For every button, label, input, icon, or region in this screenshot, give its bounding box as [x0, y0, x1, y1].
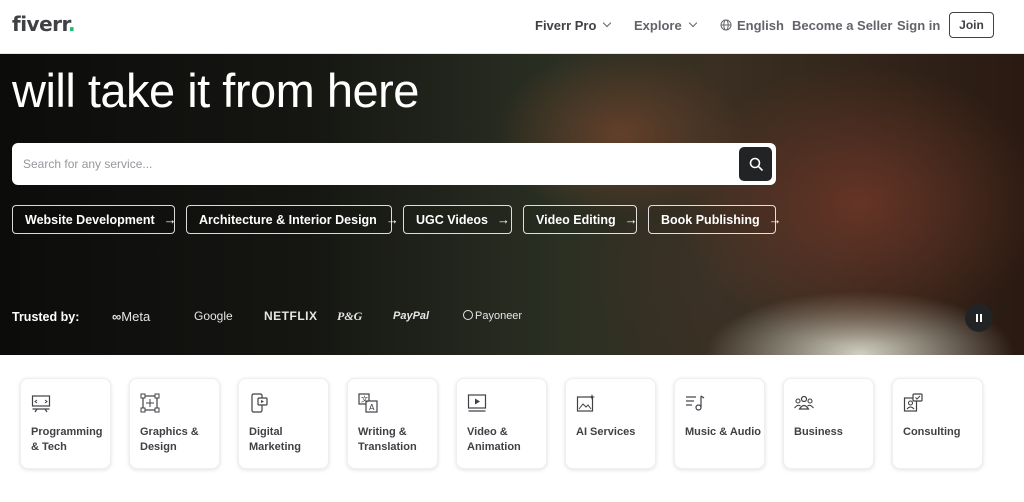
business-icon: [794, 395, 814, 410]
paypal-logo: PayPal: [393, 310, 430, 322]
category-card-writing-translation[interactable]: 文 A Writing & Translation: [347, 378, 438, 469]
category-card-graphics-design[interactable]: Graphics & Design: [129, 378, 220, 469]
search-icon: [749, 157, 763, 171]
category-label: Digital Marketing: [249, 426, 301, 453]
translation-icon: 文 A: [358, 393, 378, 413]
category-label: Graphics & Design: [140, 426, 199, 453]
chip-label: Website Development: [25, 212, 155, 227]
hero-banner: will take it from here Website Developme…: [0, 54, 1024, 355]
search-bar: [12, 143, 776, 185]
category-label: Writing & Translation: [358, 426, 417, 453]
chevron-down-icon: [603, 18, 612, 28]
chip-architecture-interior-design[interactable]: Architecture & Interior Design →: [186, 205, 399, 234]
category-label: Consulting: [903, 426, 961, 438]
top-navigation-bar: fiverr. Fiverr Pro Explore English Becom…: [0, 0, 1024, 54]
arrow-right-icon: →: [497, 212, 511, 227]
video-icon: [467, 394, 487, 412]
chip-label: Architecture & Interior Design: [199, 212, 377, 227]
payoneer-logo: Payoneer: [463, 310, 522, 322]
arrow-right-icon: →: [768, 212, 782, 227]
programming-icon: [31, 395, 51, 413]
consulting-icon: [903, 393, 923, 412]
join-button[interactable]: Join: [949, 12, 994, 38]
category-card-video-animation[interactable]: Video & Animation: [456, 378, 547, 469]
chip-label: UGC Videos: [416, 212, 489, 227]
chevron-down-icon: [688, 18, 697, 28]
category-card-music-audio[interactable]: Music & Audio: [674, 378, 765, 469]
search-button[interactable]: [739, 147, 772, 181]
svg-text:A: A: [369, 403, 375, 412]
arrow-right-icon: →: [624, 212, 638, 227]
search-input[interactable]: [23, 153, 723, 175]
globe-icon: [720, 19, 732, 31]
category-card-business[interactable]: Business: [783, 378, 874, 469]
graphics-icon: [140, 393, 160, 413]
sign-in-link[interactable]: Sign in: [897, 0, 940, 50]
explore-label: Explore: [634, 17, 682, 33]
svg-text:文: 文: [361, 395, 368, 404]
fiverr-logo[interactable]: fiverr.: [12, 12, 76, 36]
language-selector[interactable]: English: [720, 0, 784, 50]
category-card-digital-marketing[interactable]: Digital Marketing: [238, 378, 329, 469]
language-label: English: [737, 17, 784, 33]
chip-website-development[interactable]: Website Development →: [12, 205, 177, 234]
pause-icon: [976, 314, 978, 322]
pause-video-button[interactable]: [965, 304, 993, 332]
music-icon: [686, 395, 705, 411]
category-label: Video & Animation: [467, 426, 521, 453]
category-card-programming-tech[interactable]: Programming & Tech: [20, 378, 111, 469]
become-seller-link[interactable]: Become a Seller: [792, 0, 892, 50]
meta-infinity-icon: ∞: [112, 309, 122, 324]
category-label: Programming & Tech: [31, 426, 103, 453]
netflix-logo: NETFLIX: [264, 309, 318, 323]
payoneer-circle-icon: [463, 310, 473, 320]
chip-ugc-videos[interactable]: UGC Videos →: [403, 205, 512, 234]
meta-logo: ∞Meta: [112, 309, 151, 324]
pg-logo: P&G: [337, 309, 363, 323]
category-label: Business: [794, 426, 843, 438]
category-label: Music & Audio: [685, 426, 761, 438]
trusted-by-label: Trusted by:: [12, 310, 80, 324]
category-card-ai-services[interactable]: AI Services: [565, 378, 656, 469]
category-label: AI Services: [576, 426, 636, 438]
arrow-right-icon: →: [385, 212, 399, 227]
digital-marketing-icon: [251, 393, 268, 413]
google-logo: Google: [194, 309, 233, 323]
fiverr-pro-label: Fiverr Pro: [535, 17, 597, 33]
fiverr-pro-menu[interactable]: Fiverr Pro: [535, 0, 612, 50]
category-card-consulting[interactable]: Consulting: [892, 378, 983, 469]
hero-title: will take it from here: [12, 64, 419, 117]
arrow-right-icon: →: [163, 212, 177, 227]
chip-label: Video Editing: [536, 212, 616, 227]
ai-icon: [576, 394, 595, 412]
chip-book-publishing[interactable]: Book Publishing →: [648, 205, 782, 234]
chip-label: Book Publishing: [661, 212, 760, 227]
chip-video-editing[interactable]: Video Editing →: [523, 205, 638, 234]
explore-menu[interactable]: Explore: [634, 0, 697, 50]
